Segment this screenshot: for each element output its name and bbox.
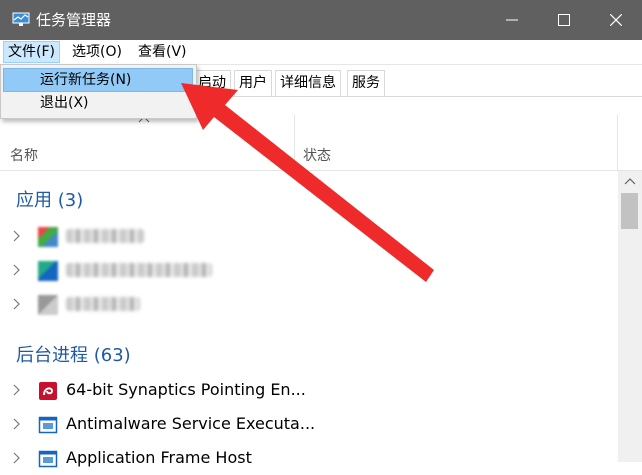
tab-details[interactable]: 详细信息 xyxy=(275,70,341,96)
table-row[interactable] xyxy=(0,253,618,287)
close-button[interactable] xyxy=(590,0,642,40)
table-row[interactable] xyxy=(0,219,618,253)
menu-file[interactable]: 文件(F) xyxy=(3,41,60,63)
blurred-app-name xyxy=(66,263,212,277)
service-window-icon xyxy=(38,416,58,434)
chevron-right-icon[interactable] xyxy=(12,230,20,242)
scrollbar-thumb[interactable] xyxy=(621,193,638,229)
table-row[interactable] xyxy=(0,287,618,321)
close-icon xyxy=(610,14,622,26)
table-row[interactable]: Antimalware Service Executa... xyxy=(0,407,618,441)
process-name: Application Frame Host xyxy=(66,448,252,467)
maximize-button[interactable] xyxy=(538,0,590,40)
table-row[interactable]: Application Frame Host xyxy=(0,441,618,475)
column-status[interactable]: 状态 xyxy=(303,145,331,165)
minimize-icon xyxy=(506,19,518,21)
process-name: 64-bit Synaptics Pointing En... xyxy=(66,380,306,399)
maximize-icon xyxy=(558,14,570,26)
menu-run-new-task[interactable]: 运行新任务(N) xyxy=(3,68,193,92)
tab-services[interactable]: 服务 xyxy=(347,70,385,96)
tab-users[interactable]: 用户 xyxy=(234,70,272,96)
file-menu-dropdown: 运行新任务(N) 退出(X) xyxy=(0,64,197,119)
menu-bar: 文件(F) 选项(O) 查看(V) xyxy=(0,40,642,65)
chevron-right-icon[interactable] xyxy=(12,418,20,430)
tab-startup[interactable]: 启动 xyxy=(194,70,231,96)
app-icon xyxy=(38,261,58,281)
column-divider[interactable] xyxy=(617,115,618,170)
service-window-icon xyxy=(38,450,58,468)
process-name: Antimalware Service Executa... xyxy=(66,414,316,433)
chevron-right-icon[interactable] xyxy=(12,264,20,276)
process-list: 应用 (3) 后台进程 (63) 64-bit Synaptics Pointi… xyxy=(0,171,618,468)
chevron-right-icon[interactable] xyxy=(12,298,20,310)
blurred-app-name xyxy=(66,229,144,243)
column-divider[interactable] xyxy=(294,115,295,170)
group-background-processes: 后台进程 (63) xyxy=(16,345,131,366)
chevron-right-icon[interactable] xyxy=(12,384,20,396)
minimize-button[interactable] xyxy=(486,0,538,40)
group-apps: 应用 (3) xyxy=(16,190,84,211)
menu-options[interactable]: 选项(O) xyxy=(68,42,126,62)
column-name[interactable]: 名称 xyxy=(10,145,38,165)
menu-item-label: 运行新任务(N) xyxy=(40,72,132,88)
app-icon xyxy=(38,227,58,247)
menu-item-label: 退出(X) xyxy=(40,95,89,111)
vertical-scrollbar[interactable] xyxy=(618,171,642,462)
synaptics-icon xyxy=(39,382,57,400)
chevron-right-icon[interactable] xyxy=(12,452,20,464)
app-icon xyxy=(38,295,58,315)
blurred-app-name xyxy=(66,297,140,311)
task-manager-icon xyxy=(12,12,30,26)
title-bar: 任务管理器 xyxy=(0,0,642,40)
scroll-up-icon[interactable] xyxy=(624,177,636,185)
menu-view[interactable]: 查看(V) xyxy=(134,42,191,62)
table-row[interactable]: 64-bit Synaptics Pointing En... xyxy=(0,373,618,407)
menu-exit[interactable]: 退出(X) xyxy=(4,92,192,114)
window-title: 任务管理器 xyxy=(36,11,112,29)
